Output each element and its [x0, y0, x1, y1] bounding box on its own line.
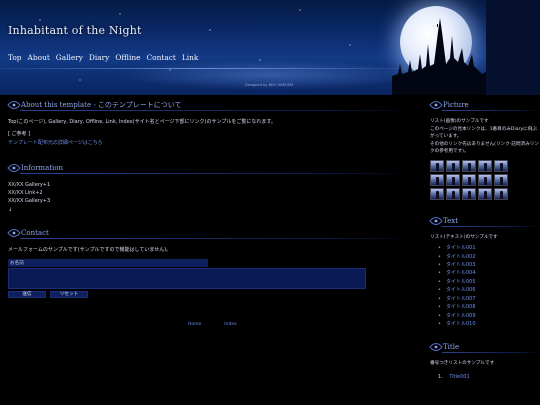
- info-item: XX/XX Gallery+1: [8, 181, 51, 188]
- sidebar: Picture リスト(画像)のサンプルです このページの見本リンクは、1番目の…: [429, 98, 540, 381]
- reset-button[interactable]: リセット: [50, 291, 88, 299]
- info-item: XX/XX Gallery+3: [8, 198, 51, 205]
- nav-contact[interactable]: Contact: [147, 53, 176, 62]
- picture-heading: Picture: [429, 98, 540, 112]
- name-field[interactable]: お名前: [8, 259, 208, 268]
- site-title[interactable]: Inhabitant of the Night: [8, 24, 142, 37]
- heading-rule: [20, 238, 418, 240]
- heading-rule: [442, 352, 540, 354]
- picture-desc1: リスト(画像)のサンプルです: [430, 119, 489, 124]
- thumbnail-image[interactable]: [494, 187, 508, 200]
- thumbnail-image[interactable]: [446, 159, 460, 172]
- about-title: About this template - このテンプレートについて: [21, 101, 182, 109]
- nav-about[interactable]: About: [28, 53, 50, 62]
- nav-offline[interactable]: Offline: [115, 53, 140, 62]
- thumbnail-image[interactable]: [494, 159, 508, 172]
- contact-title: Contact: [21, 229, 49, 238]
- about-text: Top(このページ), Gallery, Diary, Offline, Lin…: [8, 119, 276, 125]
- thumbnail-image[interactable]: [478, 159, 492, 172]
- heading-rule: [442, 110, 540, 111]
- list-item[interactable]: タイトル006: [438, 286, 540, 294]
- footer-index-link[interactable]: Index: [224, 322, 236, 327]
- info-item: XX/XX Link+2: [8, 190, 43, 197]
- thumbnail-grid: [430, 159, 540, 200]
- main-content: About this template - このテンプレートについて Top(こ…: [7, 98, 418, 299]
- heading-rule: [20, 110, 418, 111]
- thumbnail-image[interactable]: [430, 159, 444, 172]
- form-buttons: 送信 リセット: [8, 291, 418, 299]
- about-note-link[interactable]: テンプレート配布元の詳細ページはこちら: [8, 139, 418, 147]
- message-textarea[interactable]: [8, 268, 366, 290]
- text-heading: Text: [429, 214, 540, 228]
- text-desc: リスト(テキスト)のサンプルです: [430, 234, 498, 240]
- picture-desc3: その他のリンク先はありません(リンク-訪問済みリンクの参考用です)。: [430, 141, 539, 155]
- list-item[interactable]: タイトル007: [438, 295, 540, 303]
- thumbnail-image[interactable]: [462, 173, 476, 186]
- list-item[interactable]: タイトル002: [438, 253, 540, 261]
- ordered-list: Title001: [438, 373, 540, 381]
- thumbnail-image[interactable]: [494, 173, 508, 186]
- designed-by-credit[interactable]: Designed by NEO HIMEISM: [245, 83, 293, 87]
- footer-home-link[interactable]: Home: [188, 322, 201, 327]
- thumbnail-image[interactable]: [446, 173, 460, 186]
- global-nav: Top About Gallery Diary Offline Contact …: [8, 53, 198, 62]
- nav-gallery[interactable]: Gallery: [56, 53, 83, 62]
- title-section-title: Title: [443, 343, 460, 352]
- list-item[interactable]: タイトル009: [438, 312, 540, 320]
- header-right-bar: [486, 0, 540, 95]
- information-title: Information: [21, 163, 64, 172]
- header-banner: Inhabitant of the Night Top About Galler…: [0, 0, 540, 95]
- contact-desc: メールフォームのサンプルです(サンプルですので機能はしていません)。: [8, 247, 172, 254]
- list-item[interactable]: タイトル010: [438, 320, 540, 328]
- list-item[interactable]: タイトル001: [438, 244, 540, 252]
- list-item[interactable]: タイトル005: [438, 278, 540, 286]
- heading-rule: [20, 172, 418, 174]
- about-note-label: [ ご参考 ]: [8, 131, 31, 138]
- contact-heading: Contact: [7, 226, 418, 240]
- thumbnail-image[interactable]: [430, 187, 444, 200]
- thumbnail-image[interactable]: [478, 173, 492, 186]
- list-item[interactable]: Title001: [438, 373, 540, 381]
- thumbnail-image[interactable]: [462, 159, 476, 172]
- thumbnail-image[interactable]: [478, 187, 492, 200]
- title-heading: Title: [429, 340, 540, 354]
- title-desc: 番号つきリストのサンプルです: [430, 361, 495, 367]
- information-heading: Information: [7, 161, 418, 175]
- nav-link[interactable]: Link: [182, 53, 199, 62]
- list-item[interactable]: タイトル008: [438, 303, 540, 311]
- picture-title: Picture: [443, 101, 469, 109]
- nav-diary[interactable]: Diary: [89, 53, 109, 62]
- thumbnail-image[interactable]: [430, 173, 444, 186]
- picture-desc2: このページの見本リンクは、1番目のみDiaryに飛ぶがっています。: [430, 126, 537, 140]
- text-list: タイトル001 タイトル002 タイトル003 タイトル004 タイトル005 …: [438, 244, 540, 328]
- text-title: Text: [443, 216, 459, 225]
- list-item[interactable]: タイトル004: [438, 269, 540, 277]
- about-heading: About this template - このテンプレートについて: [7, 98, 418, 112]
- heading-rule: [442, 225, 540, 227]
- castle-silhouette-image: [392, 18, 486, 95]
- down-arrow-icon: ↓: [8, 206, 13, 213]
- thumbnail-image[interactable]: [446, 187, 460, 200]
- thumbnail-image[interactable]: [462, 187, 476, 200]
- nav-top[interactable]: Top: [8, 53, 22, 62]
- list-item[interactable]: タイトル003: [438, 261, 540, 269]
- nav-divider: [0, 68, 400, 69]
- submit-button[interactable]: 送信: [8, 291, 46, 299]
- footer-links: Home Index: [188, 322, 237, 327]
